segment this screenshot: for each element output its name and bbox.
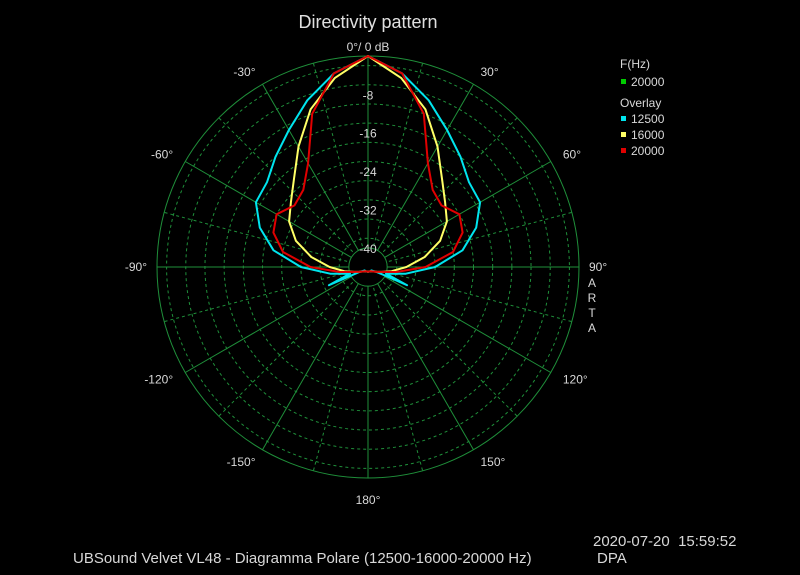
angle-label: -120° — [144, 373, 173, 387]
legend-freq-label: 20000 — [631, 75, 665, 89]
footer-caption: UBSound Velvet VL48 - Diagramma Polare (… — [73, 550, 532, 567]
chart-title: Directivity pattern — [298, 12, 437, 32]
angle-label: -90° — [125, 260, 147, 274]
grid-spoke — [372, 275, 474, 450]
grid-spoke — [372, 84, 474, 259]
side-letter: A — [588, 276, 596, 290]
legend-swatch — [621, 148, 626, 153]
radial-tick-label: -32 — [359, 203, 377, 217]
grid-spoke-minor — [374, 273, 518, 417]
radial-tick-label: -24 — [359, 165, 377, 179]
grid-spoke-minor — [218, 117, 362, 261]
grid-spoke-minor — [164, 268, 359, 323]
angle-label: -30° — [233, 65, 255, 79]
angle-label: -60° — [151, 148, 173, 162]
angle-label: 120° — [563, 373, 588, 387]
grid-spoke-minor — [374, 117, 518, 261]
legend-overlay-header: Overlay — [620, 96, 661, 110]
grid-spoke — [262, 275, 364, 450]
legend-label: 12500 — [631, 112, 665, 126]
grid-spoke — [262, 84, 364, 259]
grid-spoke-minor — [218, 273, 362, 417]
angle-label: 150° — [481, 455, 506, 469]
legend-freq-swatch — [621, 79, 626, 84]
angle-label: 30° — [481, 65, 499, 79]
grid-spoke-minor — [312, 276, 367, 471]
radial-unit-label: 0°/ 0 dB — [347, 40, 390, 54]
legend-swatch — [621, 132, 626, 137]
radial-tick-label: -8 — [363, 88, 374, 102]
angle-label: 180° — [356, 493, 381, 507]
angle-label: -150° — [227, 455, 256, 469]
radial-tick-label: -40 — [359, 242, 377, 256]
legend: F(Hz) 20000 Overlay 12500 16000 20000 — [620, 57, 665, 158]
polar-grid — [156, 55, 580, 479]
grid-spoke — [376, 271, 551, 373]
legend-swatch — [621, 116, 626, 121]
grid-spoke-minor — [369, 63, 424, 258]
footer-datetime: 2020-07-20 15:59:52 — [593, 533, 737, 550]
footer-tag: DPA — [597, 550, 627, 567]
legend-freq-header: F(Hz) — [620, 57, 650, 71]
legend-overlay-entries: 12500 16000 20000 — [621, 112, 665, 158]
angle-label: 60° — [563, 148, 581, 162]
radial-tick-label: -16 — [359, 127, 377, 141]
side-letter: A — [588, 321, 596, 335]
polar-chart: Directivity pattern -8 -16 -24 -32 -40 -30° 30… — [125, 12, 665, 507]
side-label: ARTA — [588, 276, 597, 335]
grid-spoke — [185, 271, 360, 373]
legend-label: 20000 — [631, 144, 665, 158]
side-letter: T — [588, 306, 596, 320]
legend-label: 16000 — [631, 128, 665, 142]
angle-label: 90° — [589, 260, 607, 274]
grid-spoke-minor — [312, 63, 367, 258]
side-letter: R — [588, 291, 597, 305]
